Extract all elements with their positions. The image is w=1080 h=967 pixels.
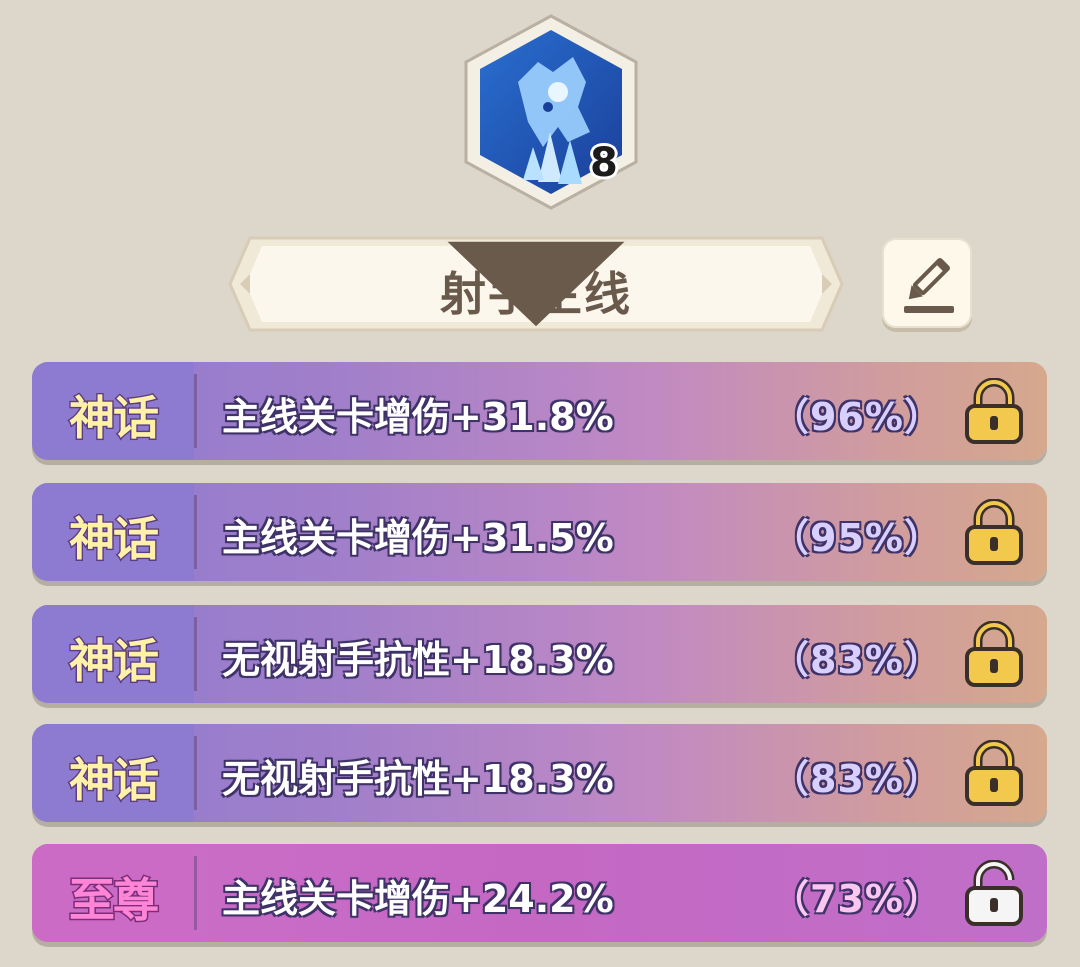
tier-label: 神话 <box>32 625 194 691</box>
unlock-icon[interactable] <box>963 860 1025 926</box>
tier-label: 神话 <box>32 503 194 569</box>
lock-icon[interactable] <box>963 621 1025 687</box>
hero-portrait[interactable]: 8 <box>458 12 644 212</box>
affix-quality-percent: （95%） <box>771 516 943 560</box>
edit-build-button[interactable] <box>882 238 972 328</box>
affix-row-1[interactable]: 神话 主线关卡增伤+31.8% （96%） <box>32 362 1047 460</box>
affix-stat: 主线关卡增伤+24.2% <box>222 877 614 921</box>
divider <box>194 736 197 810</box>
build-selector-dropdown[interactable]: 射手主线 <box>228 234 844 334</box>
affix-row-4[interactable]: 神话 无视射手抗性+18.3% （83%） <box>32 724 1047 822</box>
divider <box>194 495 197 569</box>
affix-stat: 主线关卡增伤+31.8% <box>222 395 614 439</box>
divider <box>194 617 197 691</box>
pencil-edit-icon <box>904 258 954 313</box>
hero-level-badge: 8 <box>590 140 618 186</box>
affix-row-2[interactable]: 神话 主线关卡增伤+31.5% （95%） <box>32 483 1047 581</box>
affix-quality-percent: （73%） <box>771 877 943 921</box>
divider <box>194 374 197 448</box>
affix-quality-percent: （83%） <box>771 757 943 801</box>
tier-label: 至尊 <box>68 872 161 929</box>
tier-label: 神话 <box>32 382 194 448</box>
affix-row-5[interactable]: 至尊 主线关卡增伤+24.2% （73%） <box>32 844 1047 942</box>
affix-stat: 无视射手抗性+18.3% <box>222 757 614 801</box>
affix-row-3[interactable]: 神话 无视射手抗性+18.3% （83%） <box>32 605 1047 703</box>
lock-icon[interactable] <box>963 740 1025 806</box>
lock-icon[interactable] <box>963 378 1025 444</box>
affix-stat: 无视射手抗性+18.3% <box>222 638 614 682</box>
affix-stat: 主线关卡增伤+31.5% <box>222 516 614 560</box>
tier-label: 神话 <box>32 744 194 810</box>
chevron-down-icon <box>447 241 625 327</box>
affix-quality-percent: （83%） <box>771 638 943 682</box>
affix-quality-percent: （96%） <box>771 395 943 439</box>
divider <box>194 856 197 930</box>
lock-icon[interactable] <box>963 499 1025 565</box>
